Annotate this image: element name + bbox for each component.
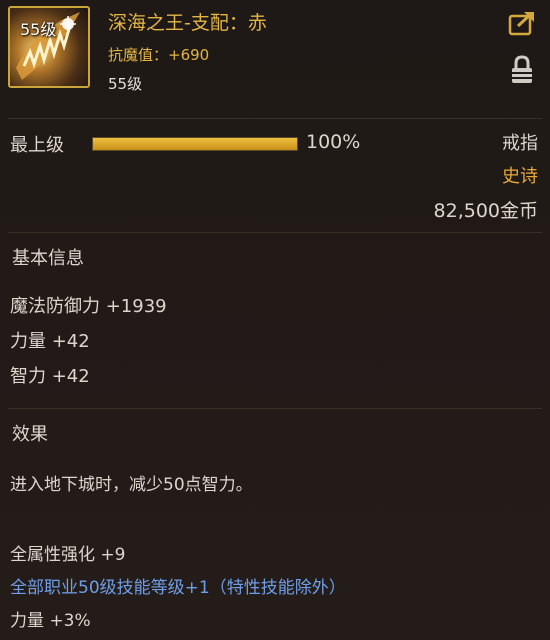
effects-title: 效果 <box>12 424 48 445</box>
grade-progress-bar <box>92 137 298 151</box>
stat-strength: 力量 +42 <box>10 331 90 352</box>
item-ring-icon[interactable]: 55级 <box>8 6 90 88</box>
stat-magic-defense: 魔法防御力 +1939 <box>10 296 167 317</box>
item-type: 戒指 <box>502 133 538 154</box>
divider <box>8 408 542 409</box>
effect-skill-level: 全部职业50级技能等级+1（特性技能除外） <box>10 578 346 598</box>
divider <box>8 232 542 233</box>
item-level-badge: 55级 <box>20 20 57 39</box>
magic-resist-stat: 抗魔值：+690 <box>108 46 210 64</box>
item-rarity: 史诗 <box>502 166 538 187</box>
stat-intelligence: 智力 +42 <box>10 366 90 387</box>
item-tooltip: 55级 深海之王-支配：赤 抗魔值：+690 55级 最上级 100% 戒指 史… <box>0 0 550 640</box>
effect-dungeon-penalty: 进入地下城时，减少50点智力。 <box>10 475 253 495</box>
item-header: 55级 深海之王-支配：赤 抗魔值：+690 55级 <box>0 0 550 115</box>
basic-info-title: 基本信息 <box>12 248 84 269</box>
grade-progress-fill <box>93 138 297 150</box>
effect-all-element: 全属性强化 +9 <box>10 545 126 565</box>
share-icon[interactable] <box>508 10 536 36</box>
grade-label: 最上级 <box>10 135 64 156</box>
item-level: 55级 <box>108 75 143 93</box>
grade-percent: 100% <box>306 131 361 153</box>
lock-icon[interactable] <box>510 55 534 85</box>
item-name: 深海之王-支配：赤 <box>108 12 267 34</box>
item-price: 82,500金币 <box>433 200 538 222</box>
divider <box>8 118 542 119</box>
effect-strength-percent: 力量 +3% <box>10 611 91 631</box>
